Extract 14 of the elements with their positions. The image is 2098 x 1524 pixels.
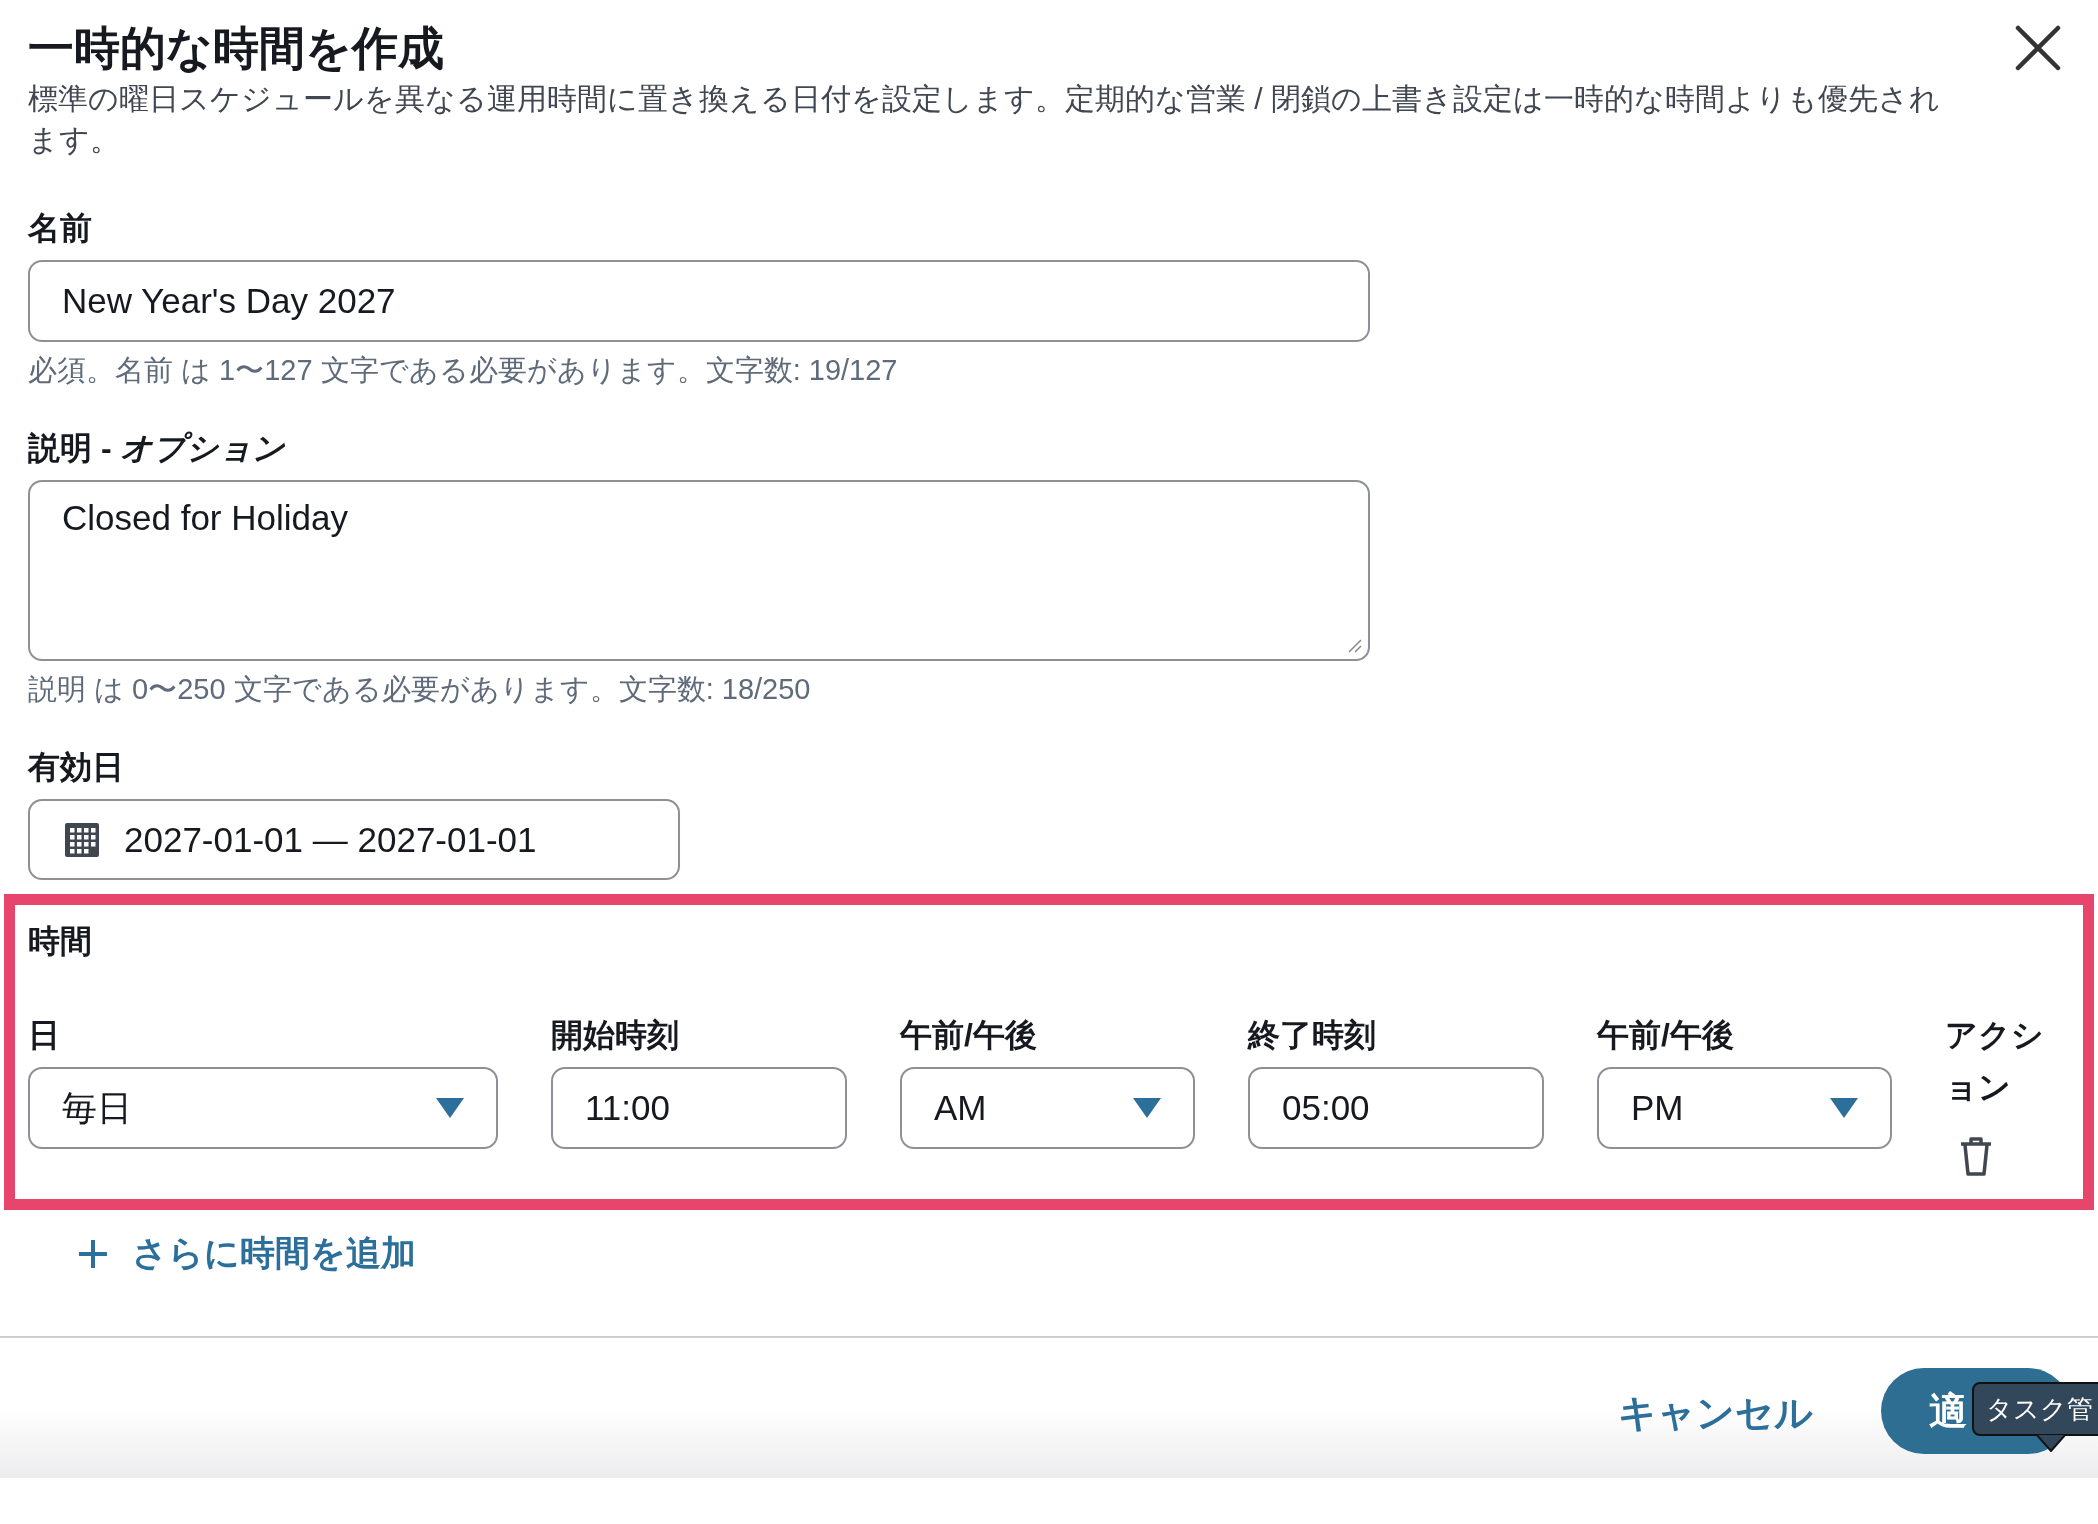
section-title: 時間 xyxy=(28,922,92,961)
column-header: 午前/午後 xyxy=(900,1016,1037,1055)
field-label: 有効日 xyxy=(28,748,124,787)
field-hint: 必須。名前 は 1〜127 文字である必要があります。文字数: 19/127 xyxy=(28,353,898,388)
dialog-title: 一時的な時間を作成 xyxy=(28,21,444,76)
field-hint: 説明 は 0〜250 文字である必要があります。文字数: 18/250 xyxy=(28,672,811,707)
column-header: 終了時刻 xyxy=(1248,1016,1376,1055)
column-header: 開始時刻 xyxy=(551,1016,679,1055)
field-label: 説明 - オプション xyxy=(28,429,286,468)
column-header: 午前/午後 xyxy=(1597,1016,1734,1055)
field-label: 名前 xyxy=(28,209,92,248)
dialog-description: 標準の曜日スケジュールを異なる運用時間に置き換える日付を設定します。定期的な営業 / 閉鎖の上書き設定は一時的な時間よりも優先されます。 xyxy=(28,81,1941,158)
column-header: アクション xyxy=(1945,1016,2045,1107)
column-header: 日 xyxy=(28,1016,60,1055)
